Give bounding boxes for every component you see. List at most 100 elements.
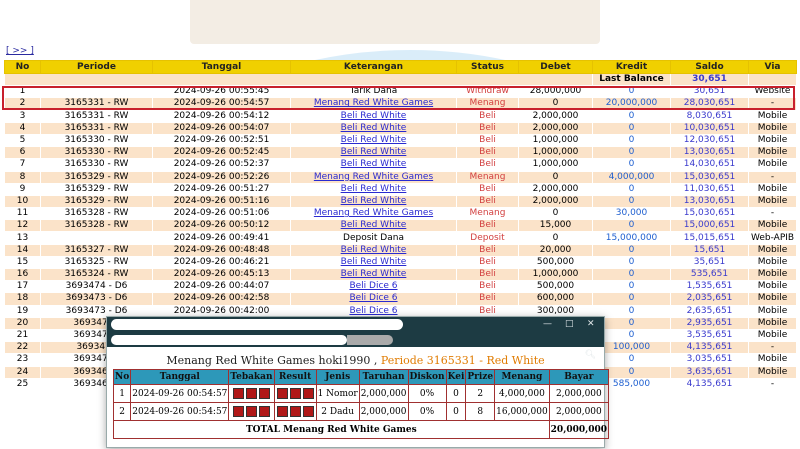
cell-periode: [40, 231, 153, 245]
popup-column-header: Bayar: [548, 369, 610, 385]
popup-title: Menang Red White Games hoki1990 , Period…: [107, 354, 604, 367]
cell-kredit: 15,000,000: [592, 231, 671, 245]
popup-cell-jenis: 2 Dadu: [315, 402, 360, 421]
result-dice: [273, 402, 317, 421]
cell-no: 1: [4, 85, 41, 99]
detail-link[interactable]: Beli Dice 6: [290, 292, 457, 306]
cell-periode: 3165327 - RW: [40, 243, 153, 257]
cell-kredit: 0: [592, 194, 671, 209]
cell-no: 16: [4, 267, 41, 282]
cell-kredit: 0: [592, 133, 671, 148]
cell-no: 23: [4, 353, 41, 367]
popup-column-header: Kei: [445, 369, 467, 385]
maximize-icon[interactable]: □: [565, 319, 574, 329]
result-dice: [273, 384, 317, 403]
next-page-link[interactable]: [ >> ]: [6, 46, 34, 56]
cell-kredit: 0: [592, 255, 671, 270]
cell-periode: [40, 85, 153, 99]
cell-tanggal: 2024-09-26 00:54:57: [152, 97, 291, 111]
detail-link[interactable]: Beli Red White: [290, 243, 457, 257]
cell-status: Beli: [456, 280, 519, 294]
popup-column-header: Result: [273, 369, 317, 385]
cell-periode: 3165329 - RW: [40, 194, 153, 209]
cell-saldo: 3,535,651: [670, 328, 749, 343]
popup-cell-diskon: 0%: [407, 402, 447, 421]
popup-titlebar[interactable]: — □ ✕: [107, 317, 604, 333]
cell-status: Beli: [456, 292, 519, 306]
detail-link[interactable]: Beli Red White: [290, 133, 457, 148]
popup-cell-prize: 2: [465, 384, 496, 403]
cell-via: -: [748, 207, 797, 221]
cell-no: 7: [4, 158, 41, 172]
detail-link[interactable]: Beli Red White: [290, 255, 457, 270]
cell-debet: 1,000,000: [518, 133, 593, 148]
column-header: Via: [748, 60, 797, 74]
detail-link[interactable]: Beli Red White: [290, 194, 457, 209]
table-row: 13 2024-09-26 00:49:41 Deposit Dana Deposit…: [4, 231, 797, 245]
red-dice-icon: [245, 406, 257, 417]
cell-periode: 3165330 - RW: [40, 146, 153, 160]
minimize-icon[interactable]: —: [543, 319, 552, 329]
detail-link[interactable]: Menang Red White Games: [290, 97, 457, 111]
detail-link[interactable]: Menang Red White Games: [290, 207, 457, 221]
table-row: 18 3693473 - D6 2024-09-26 00:42:58 Beli Di…: [4, 292, 797, 306]
cell-status: Beli: [456, 146, 519, 160]
cell-via: Mobile: [748, 219, 797, 233]
cell-tanggal: 2024-09-26 00:52:45: [152, 146, 291, 160]
cell-no: 11: [4, 207, 41, 221]
table-row: 8 3165329 - RW 2024-09-26 00:52:26 Menang R…: [4, 170, 797, 184]
detail-link[interactable]: Beli Dice 6: [290, 280, 457, 294]
cell-status: Beli: [456, 267, 519, 282]
cell-no: 18: [4, 292, 41, 306]
detail-link[interactable]: Menang Red White Games: [290, 170, 457, 184]
red-dice-icon: [245, 388, 257, 399]
cell-saldo: 2,935,651: [670, 316, 749, 330]
column-header: Periode: [40, 60, 153, 74]
cell-status: Beli: [456, 182, 519, 196]
popup-column-header: Tebakan: [228, 369, 275, 385]
cell-no: 8: [4, 170, 41, 184]
detail-link[interactable]: Beli Red White: [290, 121, 457, 135]
cell-via: -: [748, 341, 797, 355]
detail-link[interactable]: Beli Red White: [290, 267, 457, 282]
red-dice-icon: [258, 406, 270, 417]
cell-debet: 2,000,000: [518, 194, 593, 209]
cell-status: Menang: [456, 207, 519, 221]
cell-saldo: 14,030,651: [670, 158, 749, 172]
red-dice-icon: [276, 388, 288, 399]
cell-via: Mobile: [748, 243, 797, 257]
cell-periode: 3165328 - RW: [40, 219, 153, 233]
cell-tanggal: 2024-09-26 00:42:58: [152, 292, 291, 306]
popup-urlbar[interactable]: 🔍︎: [107, 333, 604, 360]
url-field[interactable]: [111, 335, 347, 345]
detail-link[interactable]: Beli Red White: [290, 146, 457, 160]
detail-link[interactable]: Beli Red White: [290, 109, 457, 123]
cell-saldo: 30,651: [670, 85, 749, 99]
detail-link[interactable]: Beli Red White: [290, 182, 457, 196]
cell-periode: 3165331 - RW: [40, 109, 153, 123]
column-header: Debet: [518, 60, 593, 74]
popup-title-periode: Periode 3165331 - Red White: [380, 354, 545, 367]
cell-tanggal: 2024-09-26 00:51:06: [152, 207, 291, 221]
popup-cell-menang: 16,000,000: [494, 402, 550, 421]
cell-tanggal: 2024-09-26 00:54:12: [152, 109, 291, 123]
cell-no: 15: [4, 255, 41, 270]
table-row: 6 3165330 - RW 2024-09-26 00:52:45 Beli Red…: [4, 146, 797, 160]
detail-link[interactable]: Beli Red White: [290, 219, 457, 233]
popup-window[interactable]: — □ ✕ 🔍︎ Menang Red White Games hoki1990…: [106, 316, 610, 448]
url-field-end: [347, 335, 393, 345]
popup-cell-tanggal: 2024-09-26 00:54:57: [130, 402, 230, 421]
cell-tanggal: 2024-09-26 00:52:26: [152, 170, 291, 184]
cell-no: 22: [4, 341, 41, 355]
cell-saldo: 28,030,651: [670, 97, 749, 111]
cell-status: Beli: [456, 194, 519, 209]
popup-cell-taruhan: 2,000,000: [358, 384, 409, 403]
close-icon[interactable]: ✕: [587, 319, 595, 329]
cell-kredit: 0: [592, 121, 671, 135]
table-row: 15 3165325 - RW 2024-09-26 00:46:21 Beli Re…: [4, 255, 797, 270]
detail-link[interactable]: Beli Red White: [290, 158, 457, 172]
cell-periode: 3165331 - RW: [40, 97, 153, 111]
cell-via: Mobile: [748, 194, 797, 209]
popup-cell-bayar: 2,000,000: [548, 402, 610, 421]
cell-debet: 20,000: [518, 243, 593, 257]
